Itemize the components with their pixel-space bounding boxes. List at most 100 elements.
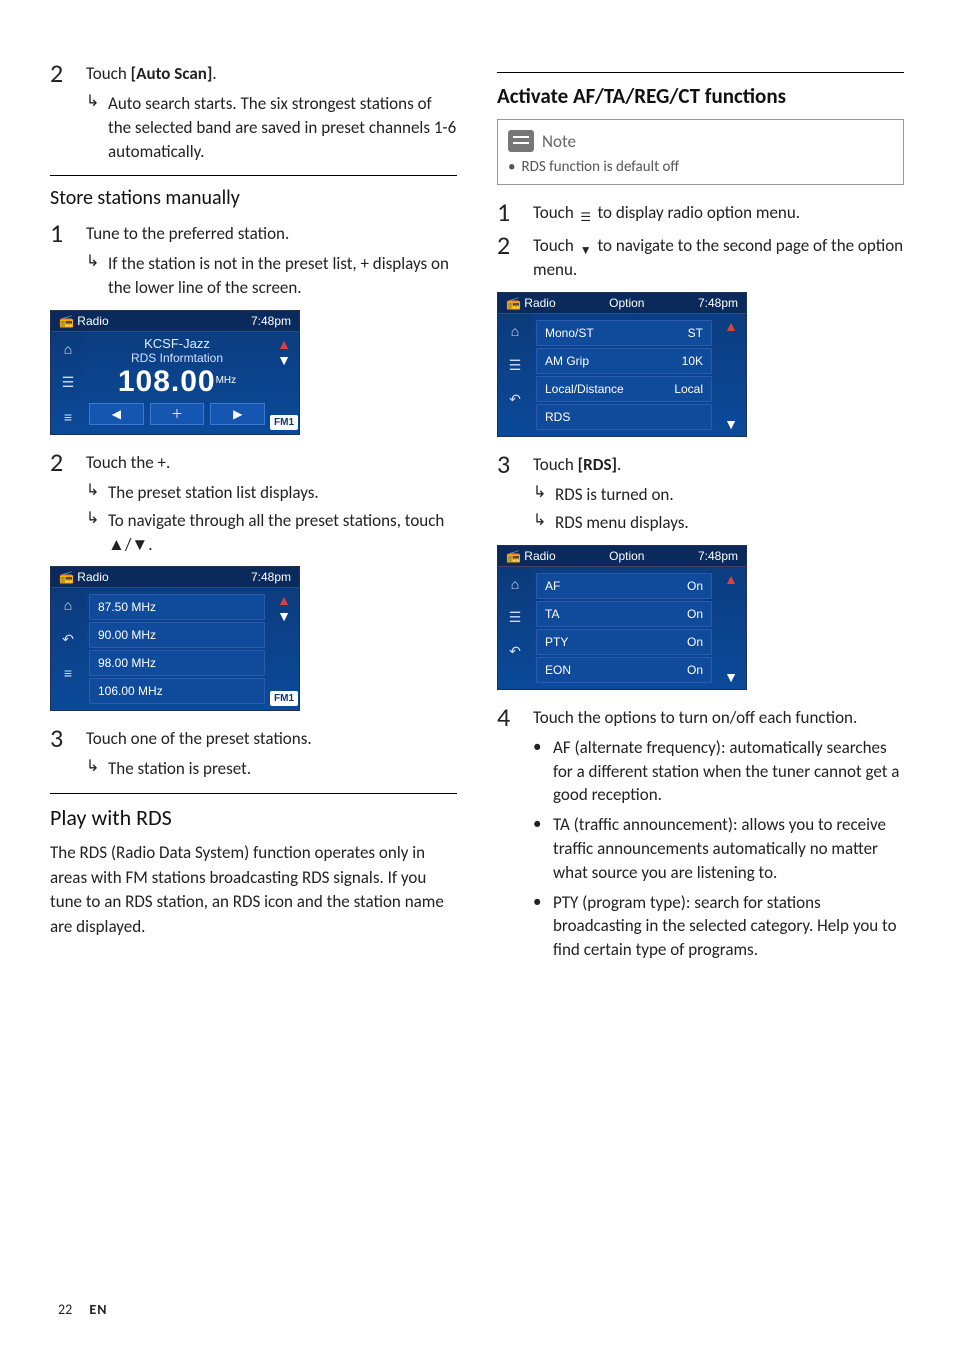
sub-result: ↳ RDS menu displays.	[533, 511, 904, 535]
option-row[interactable]: AM Grip10K	[536, 348, 712, 374]
step-2-autoscan: 2 Touch [Auto Scan].	[50, 60, 457, 86]
divider	[497, 72, 904, 73]
step-text: Tune to the preferred station.	[86, 223, 457, 246]
screenshot-rds-menu: 📻 Radio Option 7:48pm ⌂ ☰ ↶ AFOn TAOn PT…	[497, 545, 747, 690]
bullet-text: PTY (program type): search for stations …	[553, 891, 904, 962]
step-text: Touch ▼ to navigate to the second page o…	[533, 235, 904, 282]
language-code: EN	[89, 1301, 107, 1318]
sub-text: The station is preset.	[108, 757, 457, 781]
page-footer: 22 EN	[58, 1301, 107, 1318]
preset-row[interactable]: 98.00 MHz	[89, 650, 265, 676]
bullet-text: TA (traffic announcement): allows you to…	[553, 813, 904, 884]
option-row[interactable]: Mono/STST	[536, 320, 712, 346]
sub-text: To navigate through all the preset stati…	[108, 509, 457, 557]
option-row-eon[interactable]: EONOn	[536, 657, 712, 683]
home-icon[interactable]: ⌂	[502, 318, 528, 344]
back-icon[interactable]: ↶	[55, 626, 81, 652]
screenshot-radio-tuned: 📻 Radio 7:48pm ⌂ ☰ ≡ KCSF-Jazz RDS Infor…	[50, 310, 300, 435]
scroll-up-icon[interactable]: ▲	[277, 592, 291, 608]
next-button[interactable]: ▶	[210, 403, 265, 425]
rds-description: The RDS (Radio Data System) function ope…	[50, 841, 457, 940]
option-row-rds[interactable]: RDS	[536, 404, 712, 430]
store-step-2: 2 Touch the +.	[50, 449, 457, 475]
bullet-dot: •	[533, 813, 553, 834]
heading-store-manually: Store stations manually	[50, 186, 457, 210]
result-arrow-icon: ↳	[86, 757, 108, 778]
back-icon[interactable]: ↶	[502, 639, 528, 665]
sub-text: RDS menu displays.	[555, 511, 904, 535]
option-row-pty[interactable]: PTYOn	[536, 629, 712, 655]
scroll-up-icon[interactable]: ▲	[724, 571, 738, 587]
step-text: Touch ☰ to display radio option menu.	[533, 202, 904, 226]
bullet-ta: • TA (traffic announcement): allows you …	[533, 813, 904, 884]
home-icon[interactable]: ⌂	[55, 592, 81, 618]
back-icon[interactable]: ↶	[502, 386, 528, 412]
note-icon	[508, 130, 534, 152]
add-preset-button[interactable]: ＋	[150, 403, 205, 425]
eq-icon[interactable]: ≡	[55, 404, 81, 430]
activate-step-3: 3 Touch [RDS].	[497, 451, 904, 477]
home-icon[interactable]: ⌂	[502, 571, 528, 597]
radio-icon: 📻 Radio	[506, 549, 556, 563]
heading-play-rds: Play with RDS	[50, 804, 457, 831]
result-arrow-icon: ↳	[86, 252, 108, 273]
store-step-3: 3 Touch one of the preset stations.	[50, 725, 457, 751]
list-icon[interactable]: ☰	[502, 605, 528, 631]
step-number: 3	[497, 451, 533, 477]
preset-row[interactable]: 106.00 MHz	[89, 678, 265, 704]
step-text: Touch [Auto Scan].	[86, 63, 457, 86]
radio-icon: 📻 Radio	[59, 314, 109, 328]
screenshot-preset-list: 📻 Radio 7:48pm ⌂ ↶ ≡ 87.50 MHz 90.00 MHz…	[50, 566, 300, 711]
bullet-dot: •	[533, 736, 553, 757]
option-row-ta[interactable]: TAOn	[536, 601, 712, 627]
page-number: 22	[58, 1301, 72, 1318]
activate-step-4: 4 Touch the options to turn on/off each …	[497, 704, 904, 730]
step-text: Touch one of the preset stations.	[86, 728, 457, 751]
home-icon[interactable]: ⌂	[55, 336, 81, 362]
note-box: Note •RDS function is default off	[497, 119, 904, 185]
scroll-down-icon[interactable]: ▼	[724, 669, 738, 685]
step-number: 3	[50, 725, 86, 751]
scroll-down-icon[interactable]: ▼	[277, 608, 291, 624]
step-text: Touch [RDS].	[533, 454, 904, 477]
sub-text: If the station is not in the preset list…	[108, 252, 457, 300]
bullet-text: AF (alternate frequency): automatically …	[553, 736, 904, 807]
preset-row[interactable]: 87.50 MHz	[89, 594, 265, 620]
scroll-down-icon[interactable]: ▼	[277, 352, 291, 368]
option-title: Option	[609, 549, 644, 563]
clock: 7:48pm	[698, 296, 738, 310]
prev-button[interactable]: ◀	[89, 403, 144, 425]
bullet-dot: •	[508, 158, 515, 176]
list-icon[interactable]: ☰	[502, 352, 528, 378]
option-row-af[interactable]: AFOn	[536, 573, 712, 599]
band-indicator[interactable]: FM1	[270, 415, 298, 430]
note-label: Note	[542, 131, 576, 152]
option-row[interactable]: Local/DistanceLocal	[536, 376, 712, 402]
preset-row[interactable]: 90.00 MHz	[89, 622, 265, 648]
store-step-1: 1 Tune to the preferred station.	[50, 220, 457, 246]
scroll-up-icon[interactable]: ▲	[724, 318, 738, 334]
eq-icon[interactable]: ≡	[55, 660, 81, 686]
band-indicator[interactable]: FM1	[270, 691, 298, 706]
clock: 7:48pm	[251, 570, 291, 584]
step-text: Touch the options to turn on/off each fu…	[533, 707, 904, 730]
step-number: 2	[50, 60, 86, 86]
result-arrow-icon: ↳	[533, 483, 555, 504]
bullet-pty: • PTY (program type): search for station…	[533, 891, 904, 962]
divider	[50, 175, 457, 176]
heading-activate-functions: Activate AF/TA/REG/CT functions	[497, 83, 904, 109]
sub-text: RDS is turned on.	[555, 483, 904, 507]
list-menu-icon: ☰	[578, 210, 594, 226]
radio-icon: 📻 Radio	[59, 570, 109, 584]
step-number: 1	[497, 199, 533, 225]
clock: 7:48pm	[251, 314, 291, 328]
scroll-down-icon[interactable]: ▼	[724, 416, 738, 432]
sub-result: ↳ The preset station list displays.	[86, 481, 457, 505]
step-number: 2	[50, 449, 86, 475]
option-title: Option	[609, 296, 644, 310]
sub-result: ↳ Auto search starts. The six strongest …	[86, 92, 457, 163]
scroll-up-icon[interactable]: ▲	[277, 336, 291, 352]
screenshot-option-page1: 📻 Radio Option 7:48pm ⌂ ☰ ↶ Mono/STST AM…	[497, 292, 747, 437]
list-icon[interactable]: ☰	[55, 370, 81, 396]
step-number: 2	[497, 232, 533, 258]
